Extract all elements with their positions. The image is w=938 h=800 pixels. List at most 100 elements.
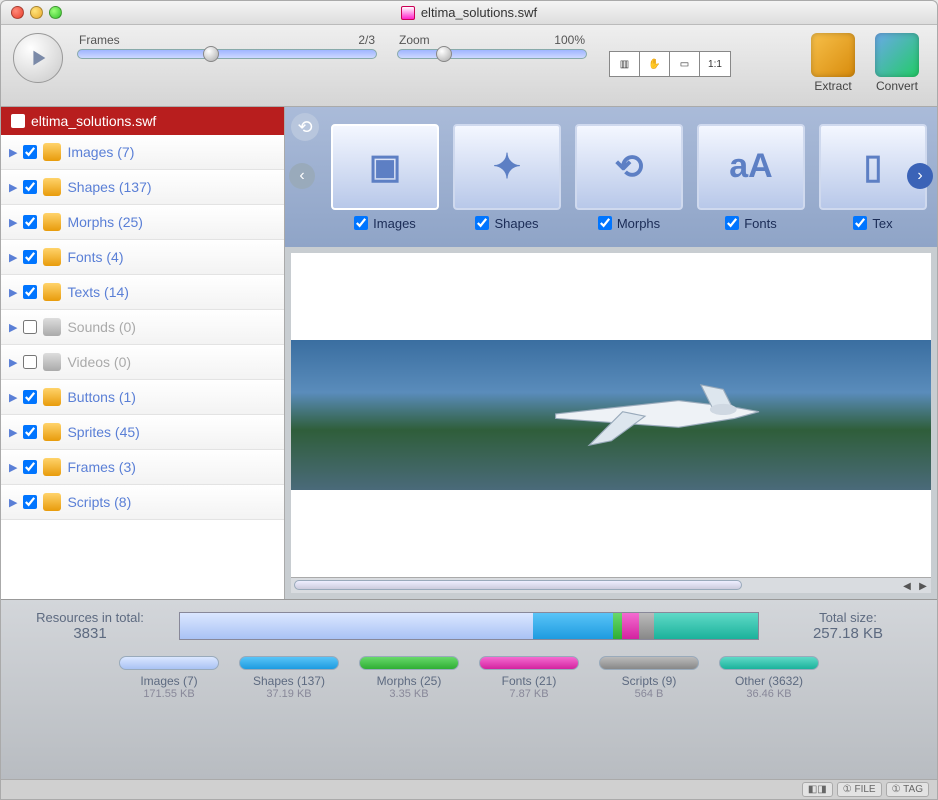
sidebar-item-sprites[interactable]: ▶ Sprites (45) xyxy=(1,415,284,450)
category-icon xyxy=(43,353,61,371)
category-card-shapes[interactable]: ✦ Shapes xyxy=(451,124,563,231)
preview-pane[interactable] xyxy=(291,253,931,577)
legend-label: Fonts (21) xyxy=(502,674,557,688)
preview-image xyxy=(291,340,931,489)
view-mode-1[interactable]: ▥ xyxy=(610,52,640,76)
disclosure-triangle-icon[interactable]: ▶ xyxy=(9,251,17,264)
category-card-images[interactable]: ▣ Images xyxy=(329,124,441,231)
category-thumb-icon: aA xyxy=(697,124,805,210)
sidebar-item-shapes[interactable]: ▶ Shapes (137) xyxy=(1,170,284,205)
play-button[interactable] xyxy=(13,33,63,83)
frames-slider-thumb[interactable] xyxy=(203,46,219,62)
sidebar-item-buttons[interactable]: ▶ Buttons (1) xyxy=(1,380,284,415)
category-label: Images xyxy=(373,216,416,231)
zoom-slider[interactable] xyxy=(397,49,587,59)
category-checkbox[interactable] xyxy=(598,216,612,230)
category-card-fonts[interactable]: aA Fonts xyxy=(695,124,807,231)
zoom-slider-thumb[interactable] xyxy=(436,46,452,62)
sidebar-item-label: Morphs (25) xyxy=(67,214,142,230)
undo-icon[interactable]: ⟲ xyxy=(291,113,319,141)
sidebar-checkbox[interactable] xyxy=(23,460,37,474)
horizontal-scrollbar[interactable]: ◀ ▶ xyxy=(291,577,931,593)
disclosure-triangle-icon[interactable]: ▶ xyxy=(9,181,17,194)
category-checkbox[interactable] xyxy=(853,216,867,230)
disclosure-triangle-icon[interactable]: ▶ xyxy=(9,286,17,299)
resource-segment-s-shp xyxy=(533,613,614,639)
status-chip-tag[interactable]: ① TAG xyxy=(886,782,929,797)
scrollbar-thumb[interactable] xyxy=(294,580,742,590)
sidebar-checkbox[interactable] xyxy=(23,285,37,299)
legend-row: Images (7) 171.55 KB Shapes (137) 37.19 … xyxy=(15,656,923,700)
disclosure-triangle-icon[interactable]: ▶ xyxy=(9,146,17,159)
sidebar-item-texts[interactable]: ▶ Texts (14) xyxy=(1,275,284,310)
zoom-icon[interactable] xyxy=(49,6,62,19)
disclosure-triangle-icon[interactable]: ▶ xyxy=(9,496,17,509)
sidebar-checkbox[interactable] xyxy=(23,145,37,159)
category-checkbox[interactable] xyxy=(475,216,489,230)
category-checkbox-label[interactable]: Tex xyxy=(853,216,892,231)
sidebar-checkbox[interactable] xyxy=(23,215,37,229)
sidebar-item-images[interactable]: ▶ Images (7) xyxy=(1,135,284,170)
disclosure-triangle-icon[interactable]: ▶ xyxy=(9,391,17,404)
view-mode-actual[interactable]: 1:1 xyxy=(700,52,730,76)
extract-label: Extract xyxy=(814,79,851,93)
sidebar-checkbox[interactable] xyxy=(23,180,37,194)
sidebar-item-sounds[interactable]: ▶ Sounds (0) xyxy=(1,310,284,345)
category-card-morphs[interactable]: ⟲ Morphs xyxy=(573,124,685,231)
sidebar-item-label: Texts (14) xyxy=(67,284,128,300)
category-checkbox-label[interactable]: Images xyxy=(354,216,416,231)
minimize-icon[interactable] xyxy=(30,6,43,19)
scrollbar-right-arrow[interactable]: ▶ xyxy=(915,578,931,594)
legend-s-fnt: Fonts (21) 7.87 KB xyxy=(479,656,579,700)
sidebar-checkbox[interactable] xyxy=(23,425,37,439)
extract-button[interactable]: Extract xyxy=(805,33,861,93)
convert-button[interactable]: Convert xyxy=(869,33,925,93)
category-label: Morphs xyxy=(617,216,660,231)
sidebar-item-fonts[interactable]: ▶ Fonts (4) xyxy=(1,240,284,275)
category-checkbox-label[interactable]: Shapes xyxy=(475,216,538,231)
sidebar-item-morphs[interactable]: ▶ Morphs (25) xyxy=(1,205,284,240)
sidebar-header[interactable]: eltima_solutions.swf xyxy=(1,107,284,135)
sidebar-checkbox[interactable] xyxy=(23,250,37,264)
disclosure-triangle-icon[interactable]: ▶ xyxy=(9,461,17,474)
view-mode-fit[interactable]: ▭ xyxy=(670,52,700,76)
category-icon xyxy=(43,493,61,511)
legend-pill-icon xyxy=(599,656,699,670)
legend-label: Images (7) xyxy=(140,674,197,688)
sidebar-filename: eltima_solutions.swf xyxy=(31,113,156,129)
status-chip-1[interactable]: ◧◨ xyxy=(802,782,833,797)
sidebar-item-label: Scripts (8) xyxy=(67,494,131,510)
status-chip-file[interactable]: ① FILE xyxy=(837,782,882,797)
convert-label: Convert xyxy=(876,79,918,93)
legend-label: Other (3632) xyxy=(735,674,803,688)
resources-count: 3831 xyxy=(15,625,165,642)
category-checkbox[interactable] xyxy=(354,216,368,230)
close-icon[interactable] xyxy=(11,6,24,19)
category-checkbox-label[interactable]: Morphs xyxy=(598,216,660,231)
scrollbar-left-arrow[interactable]: ◀ xyxy=(899,578,915,594)
category-thumb-icon: ⟲ xyxy=(575,124,683,210)
disclosure-triangle-icon[interactable]: ▶ xyxy=(9,216,17,229)
sidebar-item-videos[interactable]: ▶ Videos (0) xyxy=(1,345,284,380)
total-size-value: 257.18 KB xyxy=(773,625,923,642)
sidebar-checkbox[interactable] xyxy=(23,495,37,509)
sidebar-checkbox[interactable] xyxy=(23,355,37,369)
category-checkbox-label[interactable]: Fonts xyxy=(725,216,777,231)
disclosure-triangle-icon[interactable]: ▶ xyxy=(9,426,17,439)
disclosure-triangle-icon[interactable]: ▶ xyxy=(9,356,17,369)
toolbar: Frames 2/3 Zoom 100% ▥ ✋ ▭ 1:1 Extrac xyxy=(1,25,937,107)
sidebar-checkbox[interactable] xyxy=(23,320,37,334)
disclosure-triangle-icon[interactable]: ▶ xyxy=(9,321,17,334)
sidebar-item-label: Fonts (4) xyxy=(67,249,123,265)
scroll-right-button[interactable]: › xyxy=(907,163,933,189)
frames-slider[interactable] xyxy=(77,49,377,59)
category-icon xyxy=(43,248,61,266)
legend-size: 564 B xyxy=(635,688,664,700)
legend-s-scr: Scripts (9) 564 B xyxy=(599,656,699,700)
view-mode-pan[interactable]: ✋ xyxy=(640,52,670,76)
sidebar-checkbox[interactable] xyxy=(23,390,37,404)
scroll-left-button[interactable]: ‹ xyxy=(289,163,315,189)
sidebar-item-scripts[interactable]: ▶ Scripts (8) xyxy=(1,485,284,520)
category-checkbox[interactable] xyxy=(725,216,739,230)
sidebar-item-frames[interactable]: ▶ Frames (3) xyxy=(1,450,284,485)
